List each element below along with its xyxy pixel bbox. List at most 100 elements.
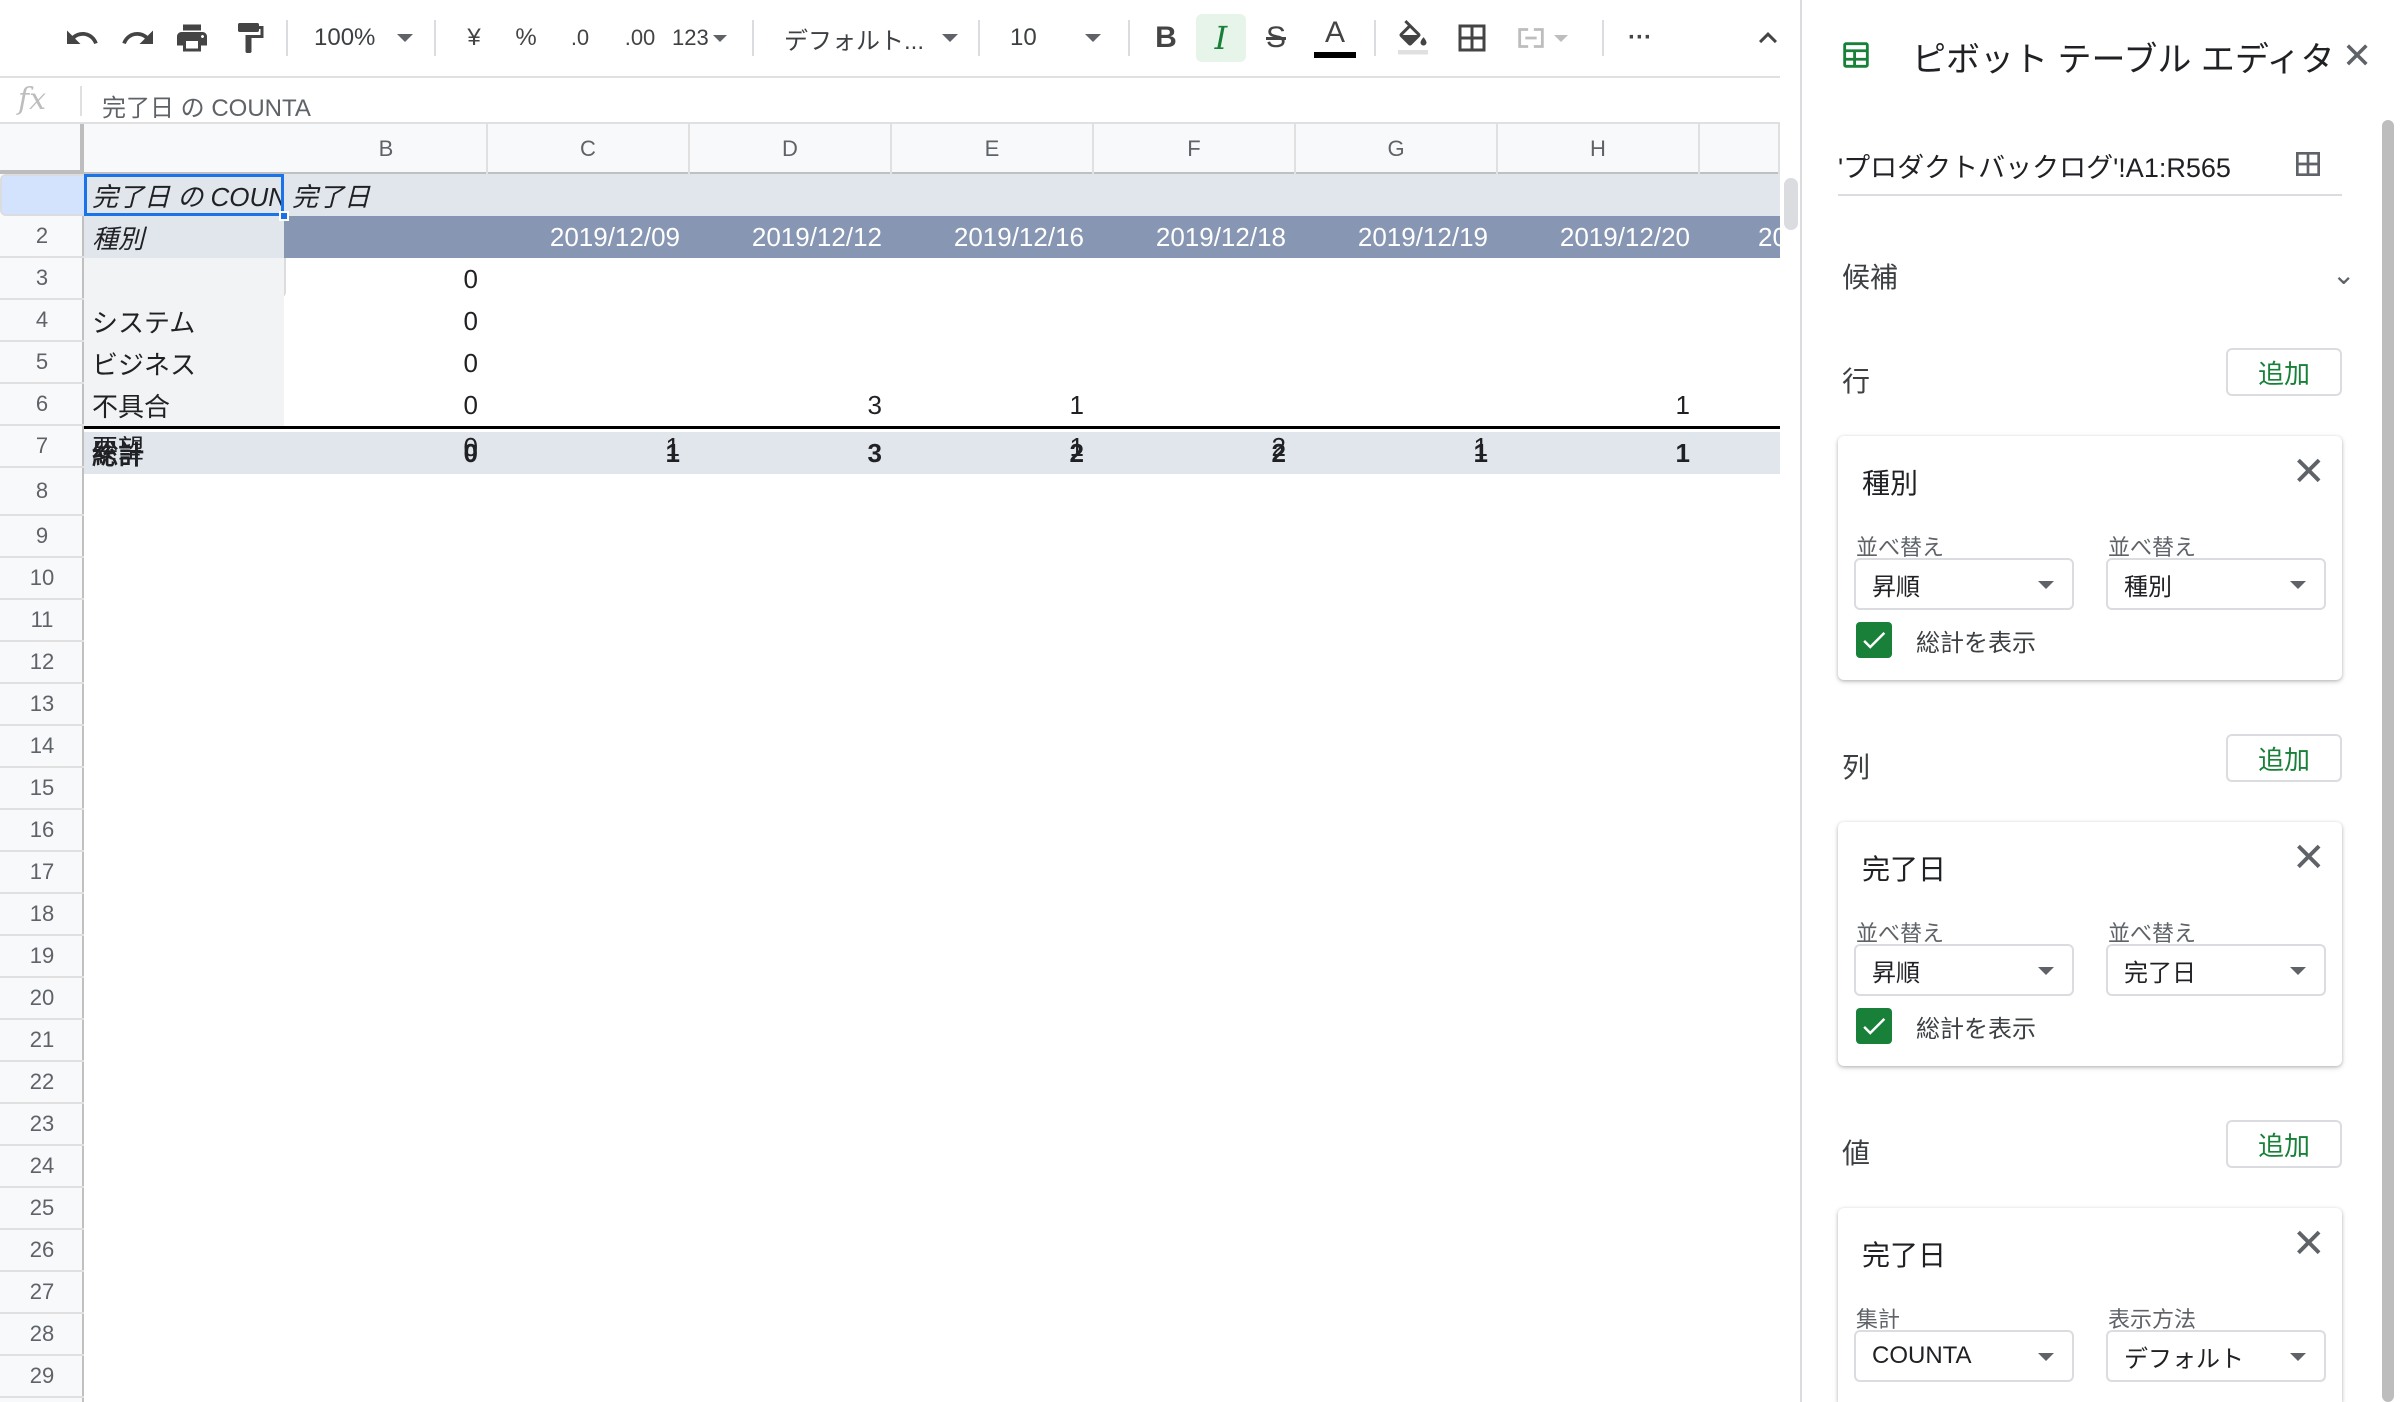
row-header-7[interactable]: 7 [0,426,84,468]
pivot-row-value[interactable]: 1 [890,384,1092,426]
row-header-24[interactable]: 24 [0,1146,84,1188]
pivot-row-value[interactable] [688,300,890,342]
row-header-21[interactable]: 21 [0,1020,84,1062]
pivot-row-value[interactable] [1294,258,1496,300]
pivot-total-row-value[interactable]: 0 [284,432,486,474]
row-header-5[interactable]: 5 [0,342,84,384]
cell-b1[interactable]: 完了日 [284,174,584,216]
column-header-f[interactable]: F [1094,124,1296,174]
column-header-i[interactable] [1700,124,1780,174]
decrease-decimals-button[interactable]: .0 [558,14,602,62]
pivot-total-row-value[interactable]: 1 [1294,432,1496,474]
pivot-row-label[interactable] [84,258,284,300]
select-all-corner[interactable] [0,124,84,174]
column-sort-order-select[interactable]: 昇順 [1854,944,2074,996]
more-formats-select[interactable]: 123 [672,14,738,62]
column-header-d[interactable]: D [690,124,892,174]
remove-value-field-icon[interactable]: ✕ [2292,1222,2326,1266]
column-header-b[interactable]: B [286,124,488,174]
pivot-row-value[interactable] [486,300,688,342]
add-row-button[interactable]: 追加 [2226,348,2342,396]
pivot-row-value[interactable] [688,342,890,384]
pivot-total-row-value[interactable]: 1 [1496,432,1698,474]
column-header-e[interactable]: E [892,124,1094,174]
pivot-row-value[interactable]: 0 [284,258,486,300]
row-header-15[interactable]: 15 [0,768,84,810]
pivot-row-value[interactable]: 0 [284,342,486,384]
strikethrough-button[interactable]: S [1254,14,1298,62]
row-header-3[interactable]: 3 [0,258,84,300]
row-header-26[interactable]: 26 [0,1230,84,1272]
row-header-20[interactable]: 20 [0,978,84,1020]
pivot-total-row-value[interactable]: 2 [890,432,1092,474]
show-as-select[interactable]: デフォルト [2106,1330,2326,1382]
suggestions-label[interactable]: 候補 [1842,256,1898,296]
date-header-i2[interactable]: 20 [1758,216,1780,258]
close-icon[interactable]: ✕ [2342,36,2372,76]
row-header-4[interactable]: 4 [0,300,84,342]
date-header-f2[interactable]: 2019/12/18 [1092,216,1294,258]
pivot-row-value[interactable] [890,258,1092,300]
collapse-toolbar-icon[interactable] [1748,14,1788,62]
vertical-scrollbar[interactable] [1784,178,1798,230]
row-header-10[interactable]: 10 [0,558,84,600]
row-header-6[interactable]: 6 [0,384,84,426]
row-header-22[interactable]: 22 [0,1062,84,1104]
pivot-row-label[interactable]: ビジネス [84,342,284,384]
fill-handle[interactable] [279,211,289,221]
row-header-17[interactable]: 17 [0,852,84,894]
date-header-h2[interactable]: 2019/12/20 [1496,216,1698,258]
column-header-h[interactable]: H [1498,124,1700,174]
pivot-row-value[interactable]: 3 [688,384,890,426]
formula-input[interactable]: 完了日 の COUNTA [102,88,311,123]
print-icon[interactable] [168,14,216,62]
italic-button[interactable]: I [1196,14,1246,62]
row-sort-by-select[interactable]: 種別 [2106,558,2326,610]
row-header-25[interactable]: 25 [0,1188,84,1230]
zoom-select[interactable]: 100% [314,14,424,62]
remove-column-field-icon[interactable]: ✕ [2292,836,2326,880]
pivot-row-value[interactable] [1496,258,1698,300]
row-header-18[interactable]: 18 [0,894,84,936]
data-range-field[interactable]: 'プロダクトバックログ'!A1:R565 [1838,146,2231,185]
pivot-row-value[interactable] [486,384,688,426]
date-header-d2[interactable]: 2019/12/12 [688,216,890,258]
pivot-row-value[interactable] [1294,300,1496,342]
pivot-row-value[interactable]: 1 [1496,384,1698,426]
font-size-select[interactable]: 10 [1010,14,1114,62]
text-color-button[interactable]: A [1310,14,1360,62]
row-header-16[interactable]: 16 [0,810,84,852]
row-header-2[interactable]: 2 [0,216,84,258]
row-header-29[interactable]: 29 [0,1356,84,1398]
pivot-row-value[interactable] [890,300,1092,342]
currency-format-button[interactable]: ¥ [456,14,492,62]
paint-format-icon[interactable] [226,14,274,62]
percent-format-button[interactable]: % [508,14,544,62]
pivot-row-value[interactable] [1092,384,1294,426]
row-header-23[interactable]: 23 [0,1104,84,1146]
pivot-row-value[interactable] [1092,258,1294,300]
increase-decimals-button[interactable]: .00 [612,14,668,62]
merge-cells-icon[interactable] [1506,14,1576,62]
column-header-c[interactable]: C [488,124,690,174]
borders-icon[interactable] [1448,14,1496,62]
pivot-total-row-label[interactable]: 総計 [84,432,284,474]
undo-icon[interactable] [58,14,106,62]
pivot-row-value[interactable] [486,258,688,300]
row-header-28[interactable]: 28 [0,1314,84,1356]
row-header-27[interactable]: 27 [0,1272,84,1314]
pivot-row-value[interactable] [890,342,1092,384]
pivot-row-value[interactable] [1294,384,1496,426]
row-header-9[interactable]: 9 [0,516,84,558]
add-column-button[interactable]: 追加 [2226,734,2342,782]
pivot-total-row-value[interactable]: 1 [486,432,688,474]
pivot-row-value[interactable] [1092,300,1294,342]
chevron-down-icon[interactable]: ⌄ [2332,258,2355,291]
fill-color-icon[interactable] [1388,14,1438,62]
row-header-13[interactable]: 13 [0,684,84,726]
pivot-row-value[interactable]: 0 [284,300,486,342]
bold-button[interactable]: B [1144,14,1188,62]
show-totals-checkbox[interactable] [1856,1008,1892,1044]
show-totals-checkbox[interactable] [1856,622,1892,658]
more-icon[interactable]: ··· [1616,14,1664,62]
